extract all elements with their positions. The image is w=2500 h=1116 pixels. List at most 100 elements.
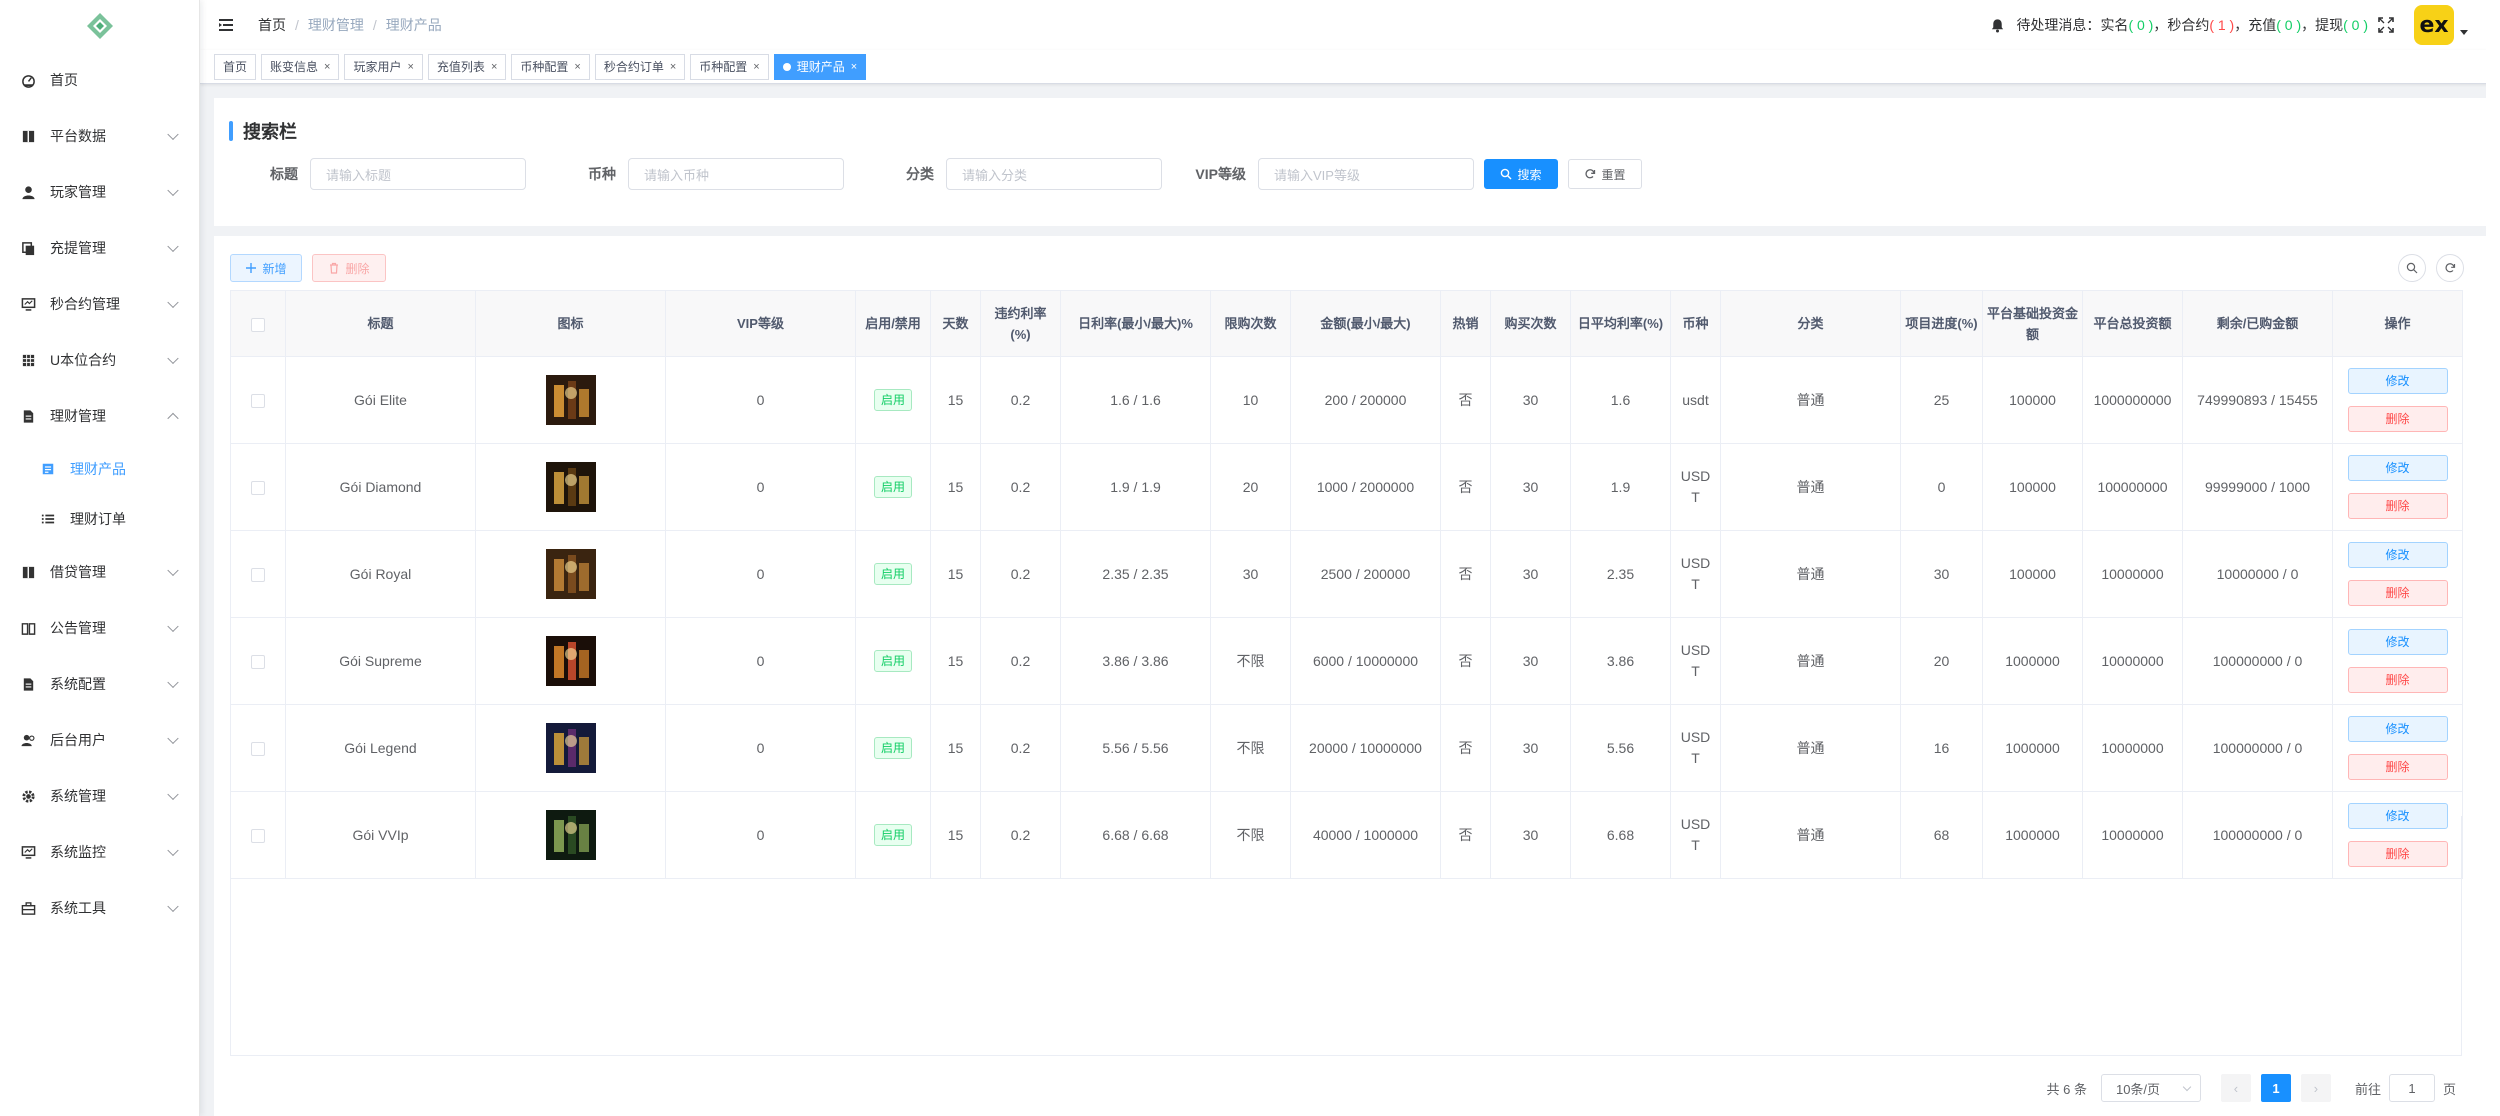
sidebar-item-system-monitor[interactable]: 系统监控 [0,824,199,880]
delete-button[interactable]: 删除 [2347,580,2448,606]
edit-button[interactable]: 修改 [2347,629,2448,655]
sidebar-item-deposit-withdraw[interactable]: 充提管理 [0,220,199,276]
close-icon[interactable]: × [491,61,497,73]
bell-icon[interactable] [1990,16,2008,34]
reset-button[interactable]: 重置 [1568,159,1642,189]
table-row[interactable]: Gói Supreme 0 启用 15 0.2 3.86 / 3.86 不限 6000 / 1… [230,617,2463,705]
notice-recharge-count[interactable]: ( 0 ) [2276,17,2301,33]
fullscreen-icon[interactable] [2378,16,2396,34]
page-number-current[interactable]: 1 [2260,1074,2291,1102]
tag-item[interactable]: 秒合约订单 × [594,53,686,80]
cell-buy-times: 30 [1490,530,1571,618]
next-page-button[interactable]: › [2300,1074,2331,1102]
sidebar-item-system-config[interactable]: 系统配置 [0,656,199,712]
row-select-cell[interactable] [230,356,286,444]
row-checkbox[interactable] [251,741,265,756]
cell-category: 普通 [1720,443,1901,531]
edit-button[interactable]: 修改 [2347,368,2448,394]
delete-batch-button-label: 删除 [345,261,370,276]
delete-button[interactable]: 删除 [2347,406,2448,432]
cell-buy-times: 30 [1490,704,1571,792]
delete-button[interactable]: 删除 [2347,754,2448,780]
close-icon[interactable]: × [753,61,759,73]
goto-page-input[interactable]: 1 [2388,1074,2435,1102]
breadcrumb-home[interactable]: 首页 [258,15,286,35]
table-row[interactable]: Gói Diamond 0 启用 15 0.2 1.9 / 1.9 20 1000 / 200… [230,443,2463,531]
tag-item[interactable]: 充值列表 × [427,53,507,80]
sidebar-item-second-contract[interactable]: 秒合约管理 [0,276,199,332]
row-select-cell[interactable] [230,617,286,705]
table-row[interactable]: Gói Legend 0 启用 15 0.2 5.56 / 5.56 不限 20000 / 1… [230,704,2463,792]
sidebar-item-players[interactable]: 玩家管理 [0,164,199,220]
sidebar-subitem-wealth-orders[interactable]: 理财订单 [0,494,199,544]
sidebar-item-platform-data[interactable]: 平台数据 [0,108,199,164]
prev-page-button[interactable]: ‹ [2220,1074,2251,1102]
row-select-cell[interactable] [230,704,286,792]
table-row[interactable]: Gói Elite 0 启用 15 0.2 1.6 / 1.6 10 200 / 200000… [230,356,2463,444]
close-icon[interactable]: × [407,61,413,73]
notice-contract-label[interactable]: 秒合约 [2167,17,2209,33]
cell-limit: 30 [1210,530,1291,618]
notice-recharge-label[interactable]: 充值 [2248,17,2276,33]
delete-button[interactable]: 删除 [2347,493,2448,519]
close-icon[interactable]: × [851,61,857,73]
select-all-checkbox[interactable] [251,317,265,332]
sidebar-item-home[interactable]: 首页 [0,52,199,108]
sidebar-item-announcements[interactable]: 公告管理 [0,600,199,656]
search-button[interactable]: 搜索 [1484,159,1558,189]
tag-item[interactable]: 首页 [214,53,257,80]
notice-realname-count[interactable]: ( 0 ) [2128,17,2153,33]
close-icon[interactable]: × [670,61,676,73]
edit-button[interactable]: 修改 [2347,455,2448,481]
category-input[interactable]: 请输入分类 [946,158,1162,190]
edit-button[interactable]: 修改 [2347,716,2448,742]
row-checkbox[interactable] [251,393,265,408]
sidebar-subitem-wealth-products[interactable]: 理财产品 [0,444,199,494]
tag-item[interactable]: 账变信息 × [261,53,340,80]
close-icon[interactable]: × [324,61,330,73]
toggle-search-button[interactable] [2398,254,2426,282]
row-checkbox[interactable] [251,567,265,582]
notice-withdraw-label[interactable]: 提现 [2315,17,2343,33]
delete-batch-button[interactable]: 删除 [312,254,386,282]
notice-realname-label[interactable]: 实名 [2100,17,2128,33]
caret-down-icon[interactable] [2460,29,2468,35]
row-select-cell[interactable] [230,443,286,531]
coin-input[interactable]: 请输入币种 [628,158,844,190]
column-header: 热销 [1440,290,1491,357]
notice-contract-count[interactable]: ( 1 ) [2209,17,2234,33]
select-all-cell[interactable] [230,290,286,357]
table-row[interactable]: Gói Royal 0 启用 15 0.2 2.35 / 2.35 30 2500 / 200… [230,530,2463,618]
sidebar-item-wealth[interactable]: 理财管理 [0,388,199,444]
sidebar-item-loans[interactable]: 借贷管理 [0,544,199,600]
cell-amount: 200 / 200000 [1290,356,1441,444]
delete-button[interactable]: 删除 [2347,667,2448,693]
title-input[interactable]: 请输入标题 [310,158,526,190]
tag-item[interactable]: 玩家用户 × [344,53,423,80]
sidebar-item-system-management[interactable]: 系统管理 [0,768,199,824]
add-button[interactable]: 新增 [230,254,302,282]
tag-item[interactable]: 理财产品 × [773,53,867,80]
row-checkbox[interactable] [251,480,265,495]
vip-level-input[interactable]: 请输入VIP等级 [1258,158,1474,190]
page-size-select[interactable]: 10条/页 [2100,1074,2201,1102]
page-size-value: 10条/页 [2115,1081,2161,1097]
sidebar-item-admin-users[interactable]: 后台用户 [0,712,199,768]
tag-item[interactable]: 币种配置 × [690,53,769,80]
hamburger-icon[interactable] [216,15,236,35]
refresh-button[interactable] [2436,254,2464,282]
sidebar-item-u-contract[interactable]: U本位合约 [0,332,199,388]
row-checkbox[interactable] [251,654,265,669]
close-icon[interactable]: × [574,61,580,73]
tag-item[interactable]: 币种配置 × [511,53,590,80]
row-select-cell[interactable] [230,530,286,618]
cell-title: Gói Elite [285,356,476,444]
avatar[interactable]: ex [2414,5,2454,45]
product-thumbnail [545,549,596,599]
cell-category: 普通 [1720,704,1901,792]
edit-button[interactable]: 修改 [2347,542,2448,568]
search-panel: 搜索栏 标题 请输入标题 币种 请输入币种 分类 请输入分类 VIP等级 请输入… [214,98,2486,226]
sidebar-item-system-tools[interactable]: 系统工具 [0,880,199,936]
logo-icon[interactable] [85,11,115,41]
notice-withdraw-count[interactable]: ( 0 ) [2343,17,2368,33]
